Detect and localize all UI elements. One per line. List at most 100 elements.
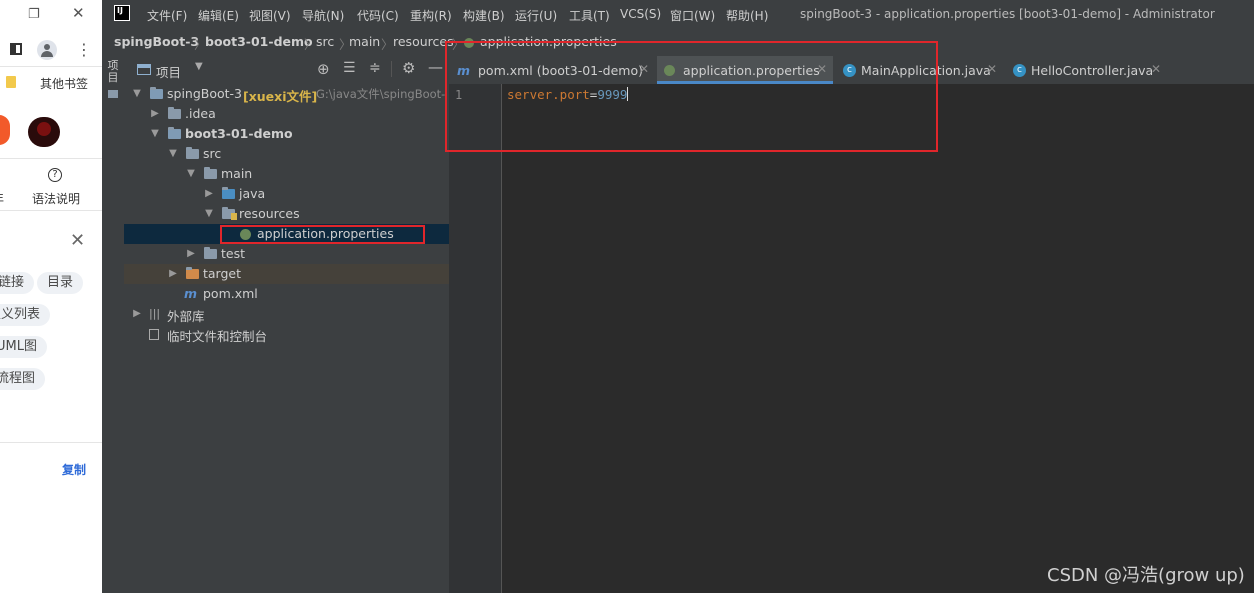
tree-row-target[interactable]: ▶ target <box>124 264 449 284</box>
user-avatar[interactable] <box>28 117 60 147</box>
browser-panel: ❐ ✕ ⋮ 其他书签 ? 年 语法说明 ✕ 链接 目录 定义列表 UML图 流程… <box>0 0 102 593</box>
breadcrumb-src[interactable]: src <box>316 34 334 49</box>
menu-view[interactable]: 视图(V) <box>249 7 291 24</box>
chevron-right-icon[interactable]: ▶ <box>202 187 216 201</box>
module-folder-icon <box>150 87 163 99</box>
scratch-icon <box>149 329 159 340</box>
chip-flowchart[interactable]: 流程图 <box>0 368 46 390</box>
tree-label-path: G:\java文件\spingBoot- <box>316 87 446 101</box>
tree-row-scratches[interactable]: 临时文件和控制台 <box>124 324 449 344</box>
tree-label: test <box>221 246 246 261</box>
close-icon[interactable]: ✕ <box>72 4 85 22</box>
chevron-right-icon[interactable]: ▶ <box>184 247 198 261</box>
excluded-folder-icon <box>186 267 199 279</box>
menu-navigate[interactable]: 导航(N) <box>302 7 344 24</box>
tree-label: pom.xml <box>203 286 258 301</box>
breadcrumb-module[interactable]: boot3-01-demo <box>205 34 313 49</box>
ide-titlebar: IJ 文件(F) 编辑(E) 视图(V) 导航(N) 代码(C) 重构(R) 构… <box>102 0 1254 28</box>
minimize-icon[interactable]: — <box>428 58 443 76</box>
intellij-logo-icon: IJ <box>114 5 130 21</box>
class-icon: c <box>1013 64 1026 77</box>
syntax-help-button[interactable]: 语法说明 <box>32 190 80 207</box>
maven-icon: m <box>184 286 198 301</box>
expand-all-icon[interactable]: ☰ <box>343 60 356 76</box>
chevron-down-icon[interactable]: ▼ <box>184 167 198 181</box>
chevron-down-icon[interactable]: ▼ <box>130 87 144 101</box>
close-icon[interactable]: ✕ <box>987 62 997 76</box>
menu-code[interactable]: 代码(C) <box>357 7 399 24</box>
code-editor[interactable] <box>502 84 1254 593</box>
collapse-all-icon[interactable]: ≑ <box>369 60 381 76</box>
tab-hello-controller[interactable]: c HelloController.java ✕ <box>1009 56 1169 84</box>
other-bookmarks-link[interactable]: 其他书签 <box>40 75 88 92</box>
project-view-title[interactable]: 项目 <box>156 62 181 81</box>
menu-edit[interactable]: 编辑(E) <box>198 7 239 24</box>
chip-uml[interactable]: UML图 <box>0 336 47 358</box>
menu-run[interactable]: 运行(U) <box>515 7 557 24</box>
menu-file[interactable]: 文件(F) <box>147 7 187 24</box>
menu-window[interactable]: 窗口(W) <box>670 7 715 24</box>
tree-row-idea[interactable]: ▶ .idea <box>124 104 449 124</box>
tree-label: resources <box>239 206 300 221</box>
chip-toc[interactable]: 目录 <box>37 272 84 294</box>
chevron-right-icon[interactable]: ▶ <box>166 267 180 281</box>
chip-link[interactable]: 链接 <box>0 272 35 294</box>
tree-row-main[interactable]: ▼ main <box>124 164 449 184</box>
chevron-right-icon[interactable]: ▶ <box>148 107 162 121</box>
module-folder-icon <box>168 127 181 139</box>
breadcrumb-separator: 〉 <box>381 37 394 52</box>
breadcrumb-main[interactable]: main <box>349 34 380 49</box>
tree-label: java <box>239 186 266 201</box>
divider <box>0 442 102 443</box>
tree-row-module[interactable]: ▼ boot3-01-demo <box>124 124 449 144</box>
library-icon: ||| <box>149 307 161 320</box>
menu-refactor[interactable]: 重构(R) <box>410 7 452 24</box>
tree-row-resources[interactable]: ▼ resources <box>124 204 449 224</box>
chip-definition-list[interactable]: 定义列表 <box>0 304 51 326</box>
profile-avatar-icon[interactable] <box>37 40 57 60</box>
restore-icon[interactable]: ❐ <box>28 7 40 22</box>
tree-row-java[interactable]: ▶ java <box>124 184 449 204</box>
tree-row-external-libraries[interactable]: ▶ ||| 外部库 <box>124 304 449 324</box>
chevron-down-icon[interactable]: ▼ <box>148 127 162 141</box>
divider <box>0 210 102 211</box>
chevron-down-icon[interactable]: ▼ <box>166 147 180 161</box>
close-icon[interactable]: ✕ <box>1151 62 1161 76</box>
tree-label: .idea <box>185 106 216 121</box>
folder-icon <box>108 90 118 98</box>
tree-row-src[interactable]: ▼ src <box>124 144 449 164</box>
folder-icon <box>204 247 217 259</box>
sidebar-toggle-icon[interactable] <box>10 43 22 55</box>
menu-build[interactable]: 构建(B) <box>463 7 505 24</box>
chevron-right-icon[interactable]: ▶ <box>130 307 144 321</box>
question-icon[interactable]: ? <box>48 168 62 182</box>
divider <box>0 158 102 159</box>
locate-icon[interactable]: ⊕ <box>317 60 330 78</box>
tree-label: target <box>203 266 242 281</box>
copy-button[interactable]: 复制 <box>62 461 86 478</box>
gear-icon[interactable]: ⚙ <box>402 59 415 77</box>
menu-help[interactable]: 帮助(H) <box>726 7 768 24</box>
chevron-down-icon[interactable]: ▼ <box>202 207 216 221</box>
tree-label: main <box>221 166 253 181</box>
tree-label: spingBoot-3 <box>167 86 243 101</box>
menu-vcs[interactable]: VCS(S) <box>620 7 661 21</box>
tree-row-project-root[interactable]: ▼ spingBoot-3 [xuexi文件] G:\java文件\spingB… <box>124 84 449 104</box>
folder-icon <box>204 167 217 179</box>
menu-tools[interactable]: 工具(T) <box>569 7 610 24</box>
close-panel-icon[interactable]: ✕ <box>70 230 85 251</box>
tree-row-pom[interactable]: m pom.xml <box>124 284 449 304</box>
tree-row-test[interactable]: ▶ test <box>124 244 449 264</box>
tab-label: HelloController.java <box>1031 63 1154 78</box>
breadcrumb-project[interactable]: spingBoot-3 <box>114 34 199 49</box>
tree-label-extra: [xuexi文件] <box>243 89 318 104</box>
breadcrumb-separator: 〉 <box>304 37 317 52</box>
resources-marker-icon <box>231 213 237 220</box>
divider <box>0 66 102 67</box>
editor-gutter: 1 <box>449 84 502 593</box>
extension-avatar[interactable] <box>0 115 10 145</box>
more-menu-icon[interactable]: ⋮ <box>76 40 92 60</box>
toolbar-item-partial[interactable]: 年 <box>0 190 4 207</box>
dropdown-arrow-icon[interactable]: ▼ <box>195 61 203 72</box>
project-tool-button[interactable]: 项目 <box>106 60 120 84</box>
